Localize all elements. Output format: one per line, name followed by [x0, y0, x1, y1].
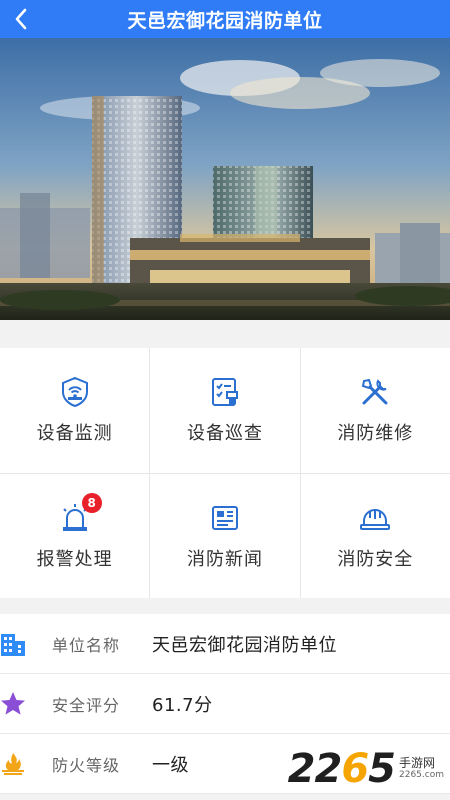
safety-helmet-icon — [358, 501, 392, 535]
device-monitor-icon — [58, 375, 92, 409]
star-icon — [0, 691, 26, 717]
watermark-line1: 手游网 — [399, 756, 436, 771]
menu-fire-safety[interactable]: 消防安全 — [300, 473, 450, 598]
menu-device-monitor[interactable]: 设备监测 — [0, 348, 150, 473]
menu-label: 设备巡查 — [186, 423, 263, 445]
info-key: 单位名称 — [52, 635, 121, 655]
top-bar: 天邑宏御花园消防单位 — [0, 0, 450, 38]
info-row-unit-name: 单位名称 天邑宏御花园消防单位 — [0, 614, 450, 674]
menu-label: 消防安全 — [337, 548, 414, 570]
menu-device-patrol[interactable]: 设备巡查 — [150, 348, 300, 473]
menu-label: 消防新闻 — [186, 548, 263, 570]
menu-alarm-handling[interactable]: 8 报警处理 — [0, 473, 150, 598]
info-key: 安全评分 — [52, 695, 121, 715]
watermark-line2: 2265.com — [399, 769, 444, 780]
banner-image — [0, 38, 450, 320]
site-watermark: 2265 手游网 2265.com — [288, 746, 444, 792]
watermark-logo: 2265 — [287, 746, 396, 792]
menu-fire-news[interactable]: 消防新闻 — [150, 473, 300, 598]
repair-tools-icon — [358, 375, 392, 409]
app-screen: 天邑宏御花园消防单位 设备监测 设备巡查 消防维修 8 报警处理 消防新闻 消防… — [0, 0, 450, 800]
menu-label: 报警处理 — [36, 548, 113, 570]
menu-label: 消防维修 — [337, 423, 414, 445]
info-value: 一级 — [152, 754, 189, 776]
menu-label: 设备监测 — [36, 423, 113, 445]
info-key: 防火等级 — [52, 755, 121, 775]
building-icon — [0, 631, 26, 657]
info-row-safety-score: 安全评分 61.7分 — [0, 674, 450, 734]
chevron-left-icon — [15, 8, 27, 30]
info-value: 天邑宏御花园消防单位 — [152, 634, 337, 656]
back-button[interactable] — [4, 0, 38, 38]
news-icon — [208, 501, 242, 535]
info-value: 61.7分 — [152, 694, 213, 716]
menu-fire-repair[interactable]: 消防维修 — [300, 348, 450, 473]
alarm-count-badge: 8 — [81, 492, 102, 513]
alarm-siren-icon: 8 — [58, 492, 102, 535]
fire-level-icon — [0, 751, 26, 777]
device-patrol-icon — [208, 375, 242, 409]
function-grid: 设备监测 设备巡查 消防维修 8 报警处理 消防新闻 消防安全 — [0, 348, 450, 598]
page-title: 天邑宏御花园消防单位 — [127, 9, 323, 32]
